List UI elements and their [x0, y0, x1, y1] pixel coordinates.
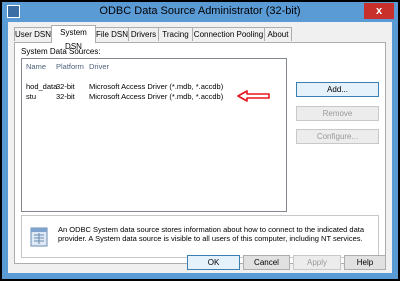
column-header-platform[interactable]: Platform [56, 62, 84, 71]
row-platform: 32-bit [56, 82, 75, 91]
help-button[interactable]: Help [344, 255, 386, 270]
tab-connection-pooling[interactable]: Connection Pooling [192, 27, 265, 41]
info-description: An ODBC System data source stores inform… [58, 225, 365, 243]
window-title: ODBC Data Source Administrator (32-bit) [99, 5, 301, 17]
row-platform: 32-bit [56, 92, 75, 101]
ok-button[interactable]: OK [187, 255, 240, 270]
odbc-admin-window: ODBC Data Source Administrator (32-bit) … [2, 2, 398, 279]
data-sources-list[interactable]: Name Platform Driver hod_data 32-bit Mic… [21, 58, 287, 212]
row-driver: Microsoft Access Driver (*.mdb, *.accdb) [89, 92, 224, 101]
system-dsn-panel: System Data Sources: Name Platform Drive… [14, 42, 386, 264]
column-header-driver[interactable]: Driver [89, 62, 109, 71]
row-name: stu [26, 92, 37, 101]
system-data-sources-label: System Data Sources: [21, 47, 101, 56]
add-button[interactable]: Add... [296, 82, 379, 97]
annotation-arrow-icon [237, 90, 270, 102]
database-icon [30, 227, 48, 247]
dialog-client-area: User DSN System DSN File DSN Drivers Tra… [8, 22, 392, 273]
row-name: hod_data [26, 82, 58, 91]
tab-user-dsn[interactable]: User DSN [14, 27, 52, 41]
remove-button[interactable]: Remove [296, 106, 379, 121]
apply-button[interactable]: Apply [293, 255, 341, 270]
column-header-name[interactable]: Name [26, 62, 46, 71]
close-button[interactable]: x [364, 3, 394, 19]
configure-button[interactable]: Configure... [296, 129, 379, 144]
info-box: An ODBC System data source stores inform… [21, 215, 379, 258]
tab-system-dsn[interactable]: System DSN [51, 25, 96, 51]
tab-drivers[interactable]: Drivers [128, 27, 159, 41]
tab-about[interactable]: About [264, 27, 292, 41]
row-driver: Microsoft Access Driver (*.mdb, *.accdb) [89, 82, 224, 91]
tab-tracing[interactable]: Tracing [158, 27, 193, 41]
tab-file-dsn[interactable]: File DSN [95, 27, 129, 41]
tab-strip: User DSN System DSN File DSN Drivers Tra… [14, 25, 386, 51]
title-bar[interactable]: ODBC Data Source Administrator (32-bit) … [2, 2, 398, 22]
cancel-button[interactable]: Cancel [243, 255, 290, 270]
